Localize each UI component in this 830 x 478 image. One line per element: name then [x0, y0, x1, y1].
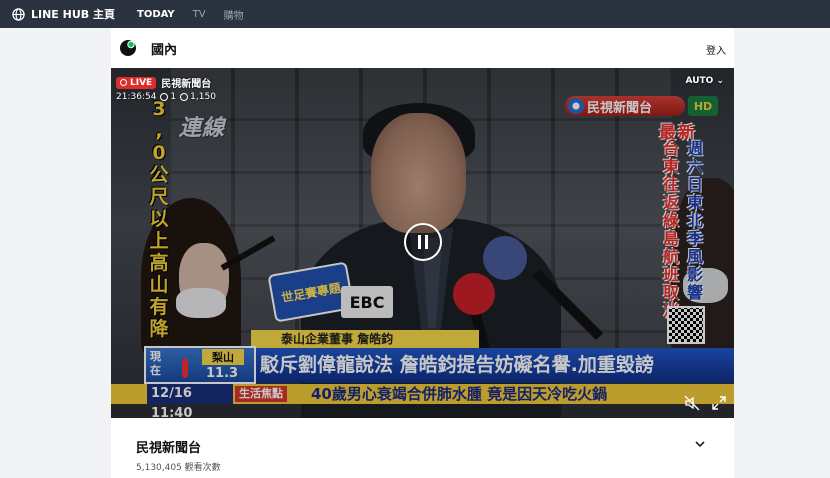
content-card: 國內 登入 3,0公尺以上高山有降 連線 民視新聞台 HD 最新 週六日東北季風… [111, 28, 734, 478]
fullscreen-icon[interactable] [711, 395, 727, 411]
login-link[interactable]: 登入 [706, 42, 726, 57]
globe-icon [12, 7, 25, 21]
viewer-count: 1,150 [190, 92, 216, 102]
chevron-down-icon: ⌄ [716, 76, 724, 86]
line-hub-home-link[interactable]: LINE HUB 主頁 [12, 6, 115, 22]
live-time: 21:36:54 [116, 92, 157, 102]
chevron-down-icon[interactable] [694, 438, 706, 450]
nav-shopping[interactable]: 購物 [224, 7, 244, 22]
live-channel-name: 民視新聞台 [161, 79, 212, 90]
mute-icon[interactable] [684, 395, 700, 411]
pause-button[interactable] [404, 223, 442, 261]
like-count: 1 [170, 92, 177, 102]
line-today-logo-icon [120, 40, 136, 56]
nav-today[interactable]: TODAY [137, 9, 175, 20]
live-info: LIVE 民視新聞台 [116, 75, 211, 90]
live-stats: 21:36:54 1 1,150 [116, 92, 216, 102]
section-header: 國內 登入 [111, 28, 734, 68]
top-navigation-bar: LINE HUB 主頁 TODAY TV 購物 [0, 0, 830, 28]
view-count: 5,130,405 觀看次數 [136, 463, 221, 473]
quality-label: AUTO [685, 76, 714, 86]
quality-selector[interactable]: AUTO ⌄ [686, 76, 724, 86]
live-label: LIVE [130, 77, 153, 88]
live-dot-icon [120, 79, 127, 86]
brand-label: LINE HUB 主頁 [31, 8, 116, 21]
like-icon [160, 93, 169, 101]
video-player[interactable]: 3,0公尺以上高山有降 連線 民視新聞台 HD 最新 週六日東北季風影響 台東往… [111, 68, 734, 418]
pause-icon [425, 235, 428, 249]
pause-icon [418, 235, 421, 249]
nav-tv[interactable]: TV [193, 9, 206, 20]
viewer-icon [180, 93, 189, 101]
live-badge: LIVE [116, 76, 157, 89]
video-info: 民視新聞台 5,130,405 觀看次數 [111, 418, 734, 478]
section-title: 國內 [151, 42, 178, 58]
channel-name: 民視新聞台 [136, 441, 202, 456]
